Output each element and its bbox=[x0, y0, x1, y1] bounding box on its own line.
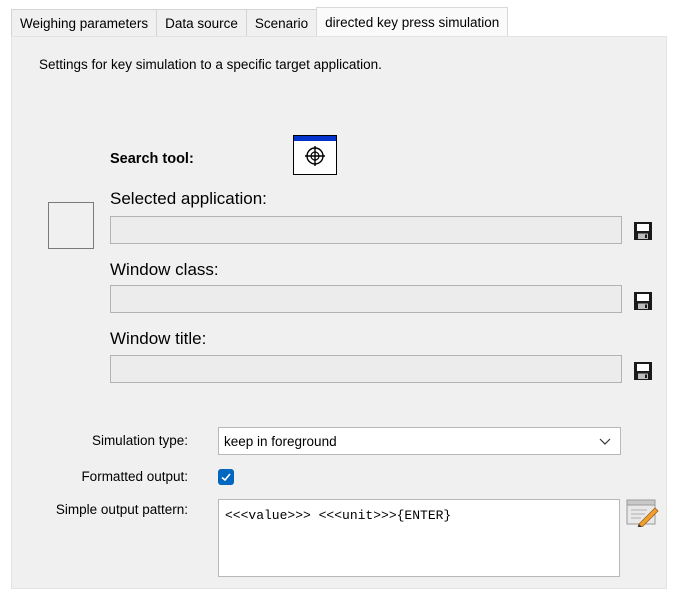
chevron-down-icon bbox=[599, 438, 611, 445]
tab-weighing-parameters[interactable]: Weighing parameters bbox=[11, 9, 158, 36]
tab-scenario[interactable]: Scenario bbox=[245, 9, 318, 36]
tab-panel: Settings for key simulation to a specifi… bbox=[11, 36, 667, 589]
tab-directed-key-press-simulation[interactable]: directed key press simulation bbox=[316, 7, 509, 36]
selected-application-field[interactable] bbox=[110, 216, 622, 244]
window-class-label: Window class: bbox=[110, 260, 219, 279]
simulation-type-label: Simulation type: bbox=[91, 433, 188, 448]
save-icon[interactable] bbox=[633, 221, 653, 241]
edit-pattern-icon[interactable] bbox=[625, 497, 659, 527]
tab-bar: Weighing parameters Data source Scenario… bbox=[11, 7, 509, 36]
save-icon[interactable] bbox=[633, 361, 653, 381]
window-title-field[interactable] bbox=[110, 355, 622, 383]
save-icon[interactable] bbox=[633, 291, 653, 311]
panel-description: Settings for key simulation to a specifi… bbox=[39, 57, 382, 72]
selected-application-label: Selected application: bbox=[110, 189, 267, 208]
formatted-output-checkbox[interactable] bbox=[218, 469, 234, 485]
formatted-output-label: Formatted output: bbox=[81, 469, 188, 484]
simple-output-pattern-label: Simple output pattern: bbox=[55, 502, 188, 517]
crosshair-title-bar bbox=[294, 136, 336, 141]
simulation-type-value: keep in foreground bbox=[224, 433, 337, 449]
window-class-field[interactable] bbox=[110, 285, 622, 313]
window-title-label: Window title: bbox=[110, 329, 207, 348]
checkmark-icon bbox=[221, 473, 231, 482]
search-tool-label: Search tool: bbox=[110, 151, 194, 167]
search-tool-button[interactable] bbox=[293, 135, 337, 175]
application-preview-box bbox=[48, 202, 94, 249]
simple-output-pattern-input[interactable]: <<<value>>> <<<unit>>>{ENTER} bbox=[218, 499, 620, 577]
crosshair-icon bbox=[305, 146, 325, 166]
simulation-type-select[interactable]: keep in foreground bbox=[218, 427, 621, 455]
tab-data-source[interactable]: Data source bbox=[156, 9, 247, 36]
